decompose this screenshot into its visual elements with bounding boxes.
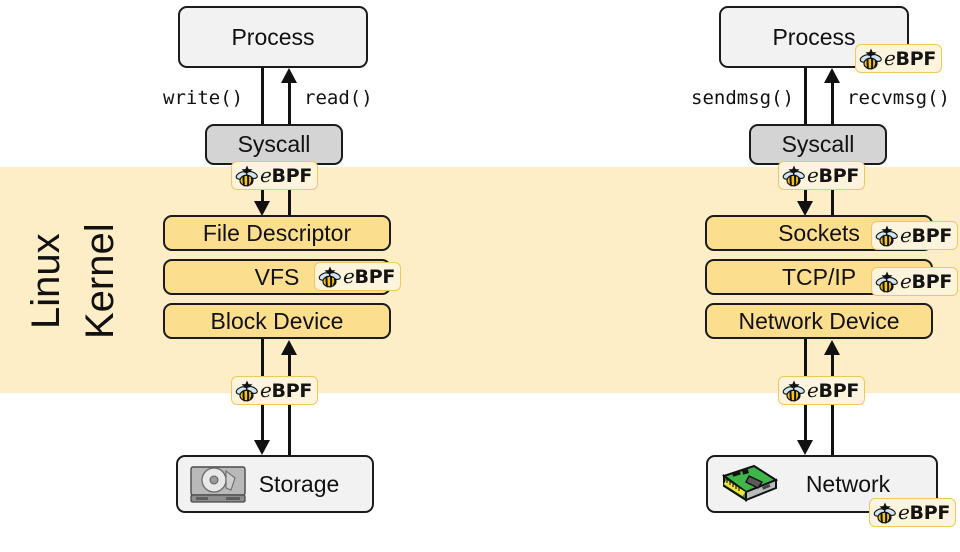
left-syscall-ebpf-text: eBPF bbox=[260, 162, 313, 187]
badge-prefix: e bbox=[260, 377, 272, 402]
right-network-ebpf-text: eBPF bbox=[898, 499, 951, 524]
left-vfs-ebpf-badge[interactable]: eBPF bbox=[314, 262, 402, 291]
left-vfs-ebpf-text: eBPF bbox=[343, 263, 396, 288]
badge-prefix: e bbox=[807, 377, 819, 402]
kernel-label-linux: Linux bbox=[24, 233, 68, 329]
right-process-ebpf-text: eBPF bbox=[884, 45, 937, 70]
right-layer-tcpip-label: TCP/IP bbox=[781, 263, 857, 290]
right-syscall-ebpf-badge[interactable]: eBPF bbox=[778, 161, 866, 190]
left-syscall-ebpf-badge[interactable]: eBPF bbox=[231, 161, 319, 190]
bee-star-icon bbox=[782, 380, 806, 402]
right-syscall-down-arrowhead bbox=[797, 201, 813, 216]
badge-prefix: e bbox=[807, 162, 819, 187]
network-card-icon bbox=[718, 462, 784, 506]
badge-suffix: BPF bbox=[895, 47, 937, 70]
badge-suffix: BPF bbox=[818, 379, 860, 402]
right-sockets-ebpf-badge[interactable]: eBPF bbox=[871, 221, 959, 250]
badge-prefix: e bbox=[884, 45, 896, 70]
badge-prefix: e bbox=[898, 499, 910, 524]
left-layer-file-descriptor-label: File Descriptor bbox=[202, 219, 352, 246]
ebpf-architecture-diagram: Linux Kernel Process write() read() Sysc… bbox=[0, 0, 960, 552]
bee-star-icon bbox=[235, 165, 259, 187]
left-write-label: write() bbox=[163, 87, 244, 109]
badge-suffix: BPF bbox=[818, 164, 860, 187]
badge-prefix: e bbox=[260, 162, 272, 187]
right-network-device-ebpf-text: eBPF bbox=[807, 377, 860, 402]
badge-suffix: BPF bbox=[271, 379, 313, 402]
right-syscall-box[interactable]: Syscall bbox=[749, 124, 887, 165]
left-storage-box[interactable]: Storage bbox=[176, 455, 374, 513]
right-network-ebpf-badge[interactable]: eBPF bbox=[869, 498, 957, 527]
right-sendmsg-line bbox=[804, 68, 807, 126]
badge-suffix: BPF bbox=[909, 501, 951, 524]
left-syscall-label: Syscall bbox=[237, 131, 311, 157]
left-process-box[interactable]: Process bbox=[178, 6, 368, 68]
bee-star-icon bbox=[318, 266, 342, 288]
right-tcpip-ebpf-badge[interactable]: eBPF bbox=[871, 267, 959, 296]
right-process-label: Process bbox=[772, 23, 856, 50]
left-write-line bbox=[261, 68, 264, 126]
left-layer-vfs-label: VFS bbox=[254, 263, 300, 290]
right-recvmsg-label: recvmsg() bbox=[847, 87, 950, 109]
bee-star-icon bbox=[875, 225, 899, 247]
hard-disk-icon bbox=[188, 463, 250, 505]
badge-prefix: e bbox=[900, 222, 912, 247]
right-layer-sockets-label: Sockets bbox=[778, 219, 860, 246]
left-storage-label: Storage bbox=[258, 470, 340, 497]
badge-prefix: e bbox=[343, 263, 355, 288]
left-syscall-box[interactable]: Syscall bbox=[205, 124, 343, 165]
left-block-device-ebpf-badge[interactable]: eBPF bbox=[231, 376, 319, 405]
right-syscall-label: Syscall bbox=[781, 131, 855, 157]
left-read-line bbox=[288, 80, 291, 126]
left-layer-block-device-label: Block Device bbox=[210, 307, 344, 334]
badge-suffix: BPF bbox=[911, 224, 953, 247]
bee-star-icon bbox=[235, 380, 259, 402]
bee-star-icon bbox=[782, 165, 806, 187]
left-read-label: read() bbox=[304, 87, 373, 109]
right-process-ebpf-badge[interactable]: eBPF bbox=[855, 44, 943, 73]
left-process-label: Process bbox=[231, 23, 315, 50]
badge-prefix: e bbox=[900, 268, 912, 293]
right-network-up-arrowhead bbox=[824, 340, 840, 355]
left-storage-up-arrowhead bbox=[281, 340, 297, 355]
right-layer-network-device-label: Network Device bbox=[738, 307, 900, 334]
bee-star-icon bbox=[873, 502, 897, 524]
left-storage-down-arrowhead bbox=[254, 440, 270, 455]
right-syscall-ebpf-text: eBPF bbox=[807, 162, 860, 187]
right-sendmsg-label: sendmsg() bbox=[691, 87, 794, 109]
kernel-label-kernel: Kernel bbox=[78, 223, 122, 339]
left-syscall-down-arrowhead bbox=[254, 201, 270, 216]
bee-star-icon bbox=[859, 48, 883, 70]
left-block-device-ebpf-text: eBPF bbox=[260, 377, 313, 402]
bee-star-icon bbox=[875, 271, 899, 293]
right-network-label: Network bbox=[805, 470, 891, 497]
right-network-down-arrowhead bbox=[797, 440, 813, 455]
right-recvmsg-line bbox=[831, 80, 834, 126]
left-layer-file-descriptor[interactable]: File Descriptor bbox=[163, 215, 391, 251]
right-network-device-ebpf-badge[interactable]: eBPF bbox=[778, 376, 866, 405]
badge-suffix: BPF bbox=[911, 270, 953, 293]
badge-suffix: BPF bbox=[354, 265, 396, 288]
right-layer-network-device[interactable]: Network Device bbox=[705, 303, 933, 339]
badge-suffix: BPF bbox=[271, 164, 313, 187]
right-tcpip-ebpf-text: eBPF bbox=[900, 268, 953, 293]
right-sockets-ebpf-text: eBPF bbox=[900, 222, 953, 247]
left-layer-block-device[interactable]: Block Device bbox=[163, 303, 391, 339]
right-recvmsg-arrowhead bbox=[824, 68, 840, 83]
left-read-arrowhead bbox=[281, 68, 297, 83]
